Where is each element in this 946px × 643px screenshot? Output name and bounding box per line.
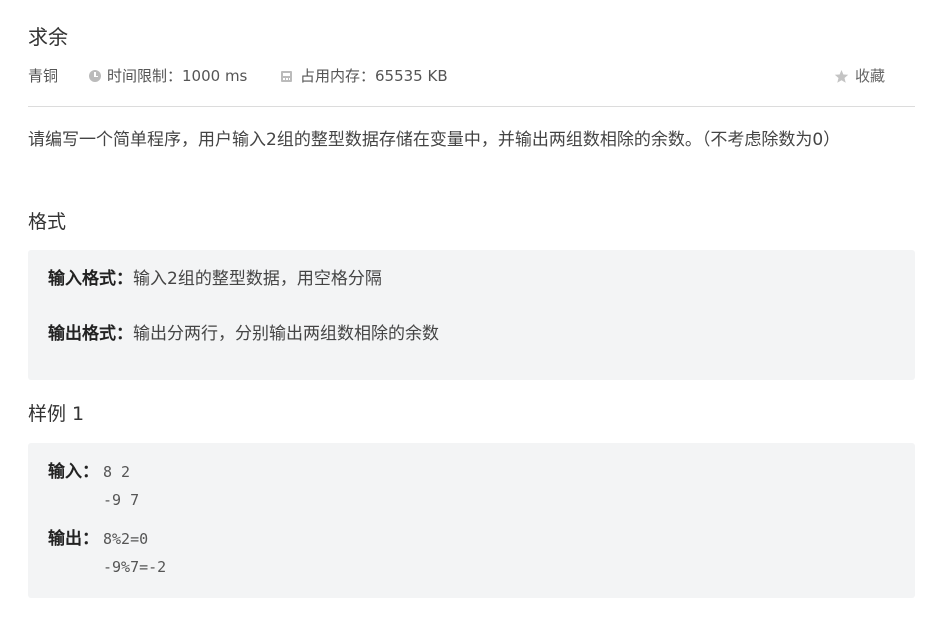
- page-title: 求余: [28, 25, 68, 49]
- problem-meta: 青铜 时间限制：1000 ms 占用内存：65535 KB 收藏: [28, 66, 915, 86]
- difficulty-level: 青铜: [28, 67, 59, 85]
- sample-output-label: 输出：: [48, 529, 99, 549]
- favorite-label: 收藏: [854, 67, 885, 85]
- output-format: 输出格式：输出分两行，分别输出两组数相除的余数: [48, 322, 439, 346]
- memory-icon: [281, 70, 292, 82]
- favorite-button[interactable]: 收藏: [834, 66, 885, 86]
- input-format-label: 输入格式：: [48, 269, 133, 289]
- input-format-text: 输入2组的整型数据，用空格分隔: [133, 269, 382, 289]
- memory-limit: 占用内存：65535 KB: [280, 66, 448, 86]
- sample-input-code: 8 2 -9 7: [103, 458, 139, 514]
- star-icon: [834, 69, 849, 83]
- problem-page: 求余 青铜 时间限制：1000 ms 占用内存：65535 KB 收藏 请编写一…: [0, 0, 946, 643]
- sample-input-line: 8 2: [103, 463, 131, 481]
- time-limit-text: 时间限制：1000 ms: [107, 67, 248, 85]
- clock-icon: [89, 70, 101, 82]
- sample-output-line: 8%2=0: [103, 530, 149, 548]
- output-format-label: 输出格式：: [48, 324, 133, 344]
- sample-box: 输入： 8 2 -9 7 输出： 8%2=0 -9%7=-2: [28, 443, 915, 598]
- sample-input-line: -9 7: [103, 491, 140, 509]
- sample-output-line: -9%7=-2: [103, 558, 167, 576]
- input-format: 输入格式：输入2组的整型数据，用空格分隔: [48, 267, 382, 291]
- output-format-text: 输出分两行，分别输出两组数相除的余数: [133, 324, 439, 344]
- time-limit: 时间限制：1000 ms: [89, 66, 247, 86]
- format-box: 输入格式：输入2组的整型数据，用空格分隔 输出格式：输出分两行，分别输出两组数相…: [28, 250, 915, 380]
- problem-description: 请编写一个简单程序，用户输入2组的整型数据存储在变量中，并输出两组数相除的余数。…: [28, 130, 841, 150]
- divider: [28, 106, 915, 107]
- sample-output-code: 8%2=0 -9%7=-2: [103, 525, 166, 581]
- memory-limit-text: 占用内存：65535 KB: [300, 67, 448, 85]
- format-heading: 格式: [28, 211, 67, 233]
- sample-heading: 样例 1: [28, 403, 85, 425]
- sample-input-label: 输入：: [48, 462, 99, 482]
